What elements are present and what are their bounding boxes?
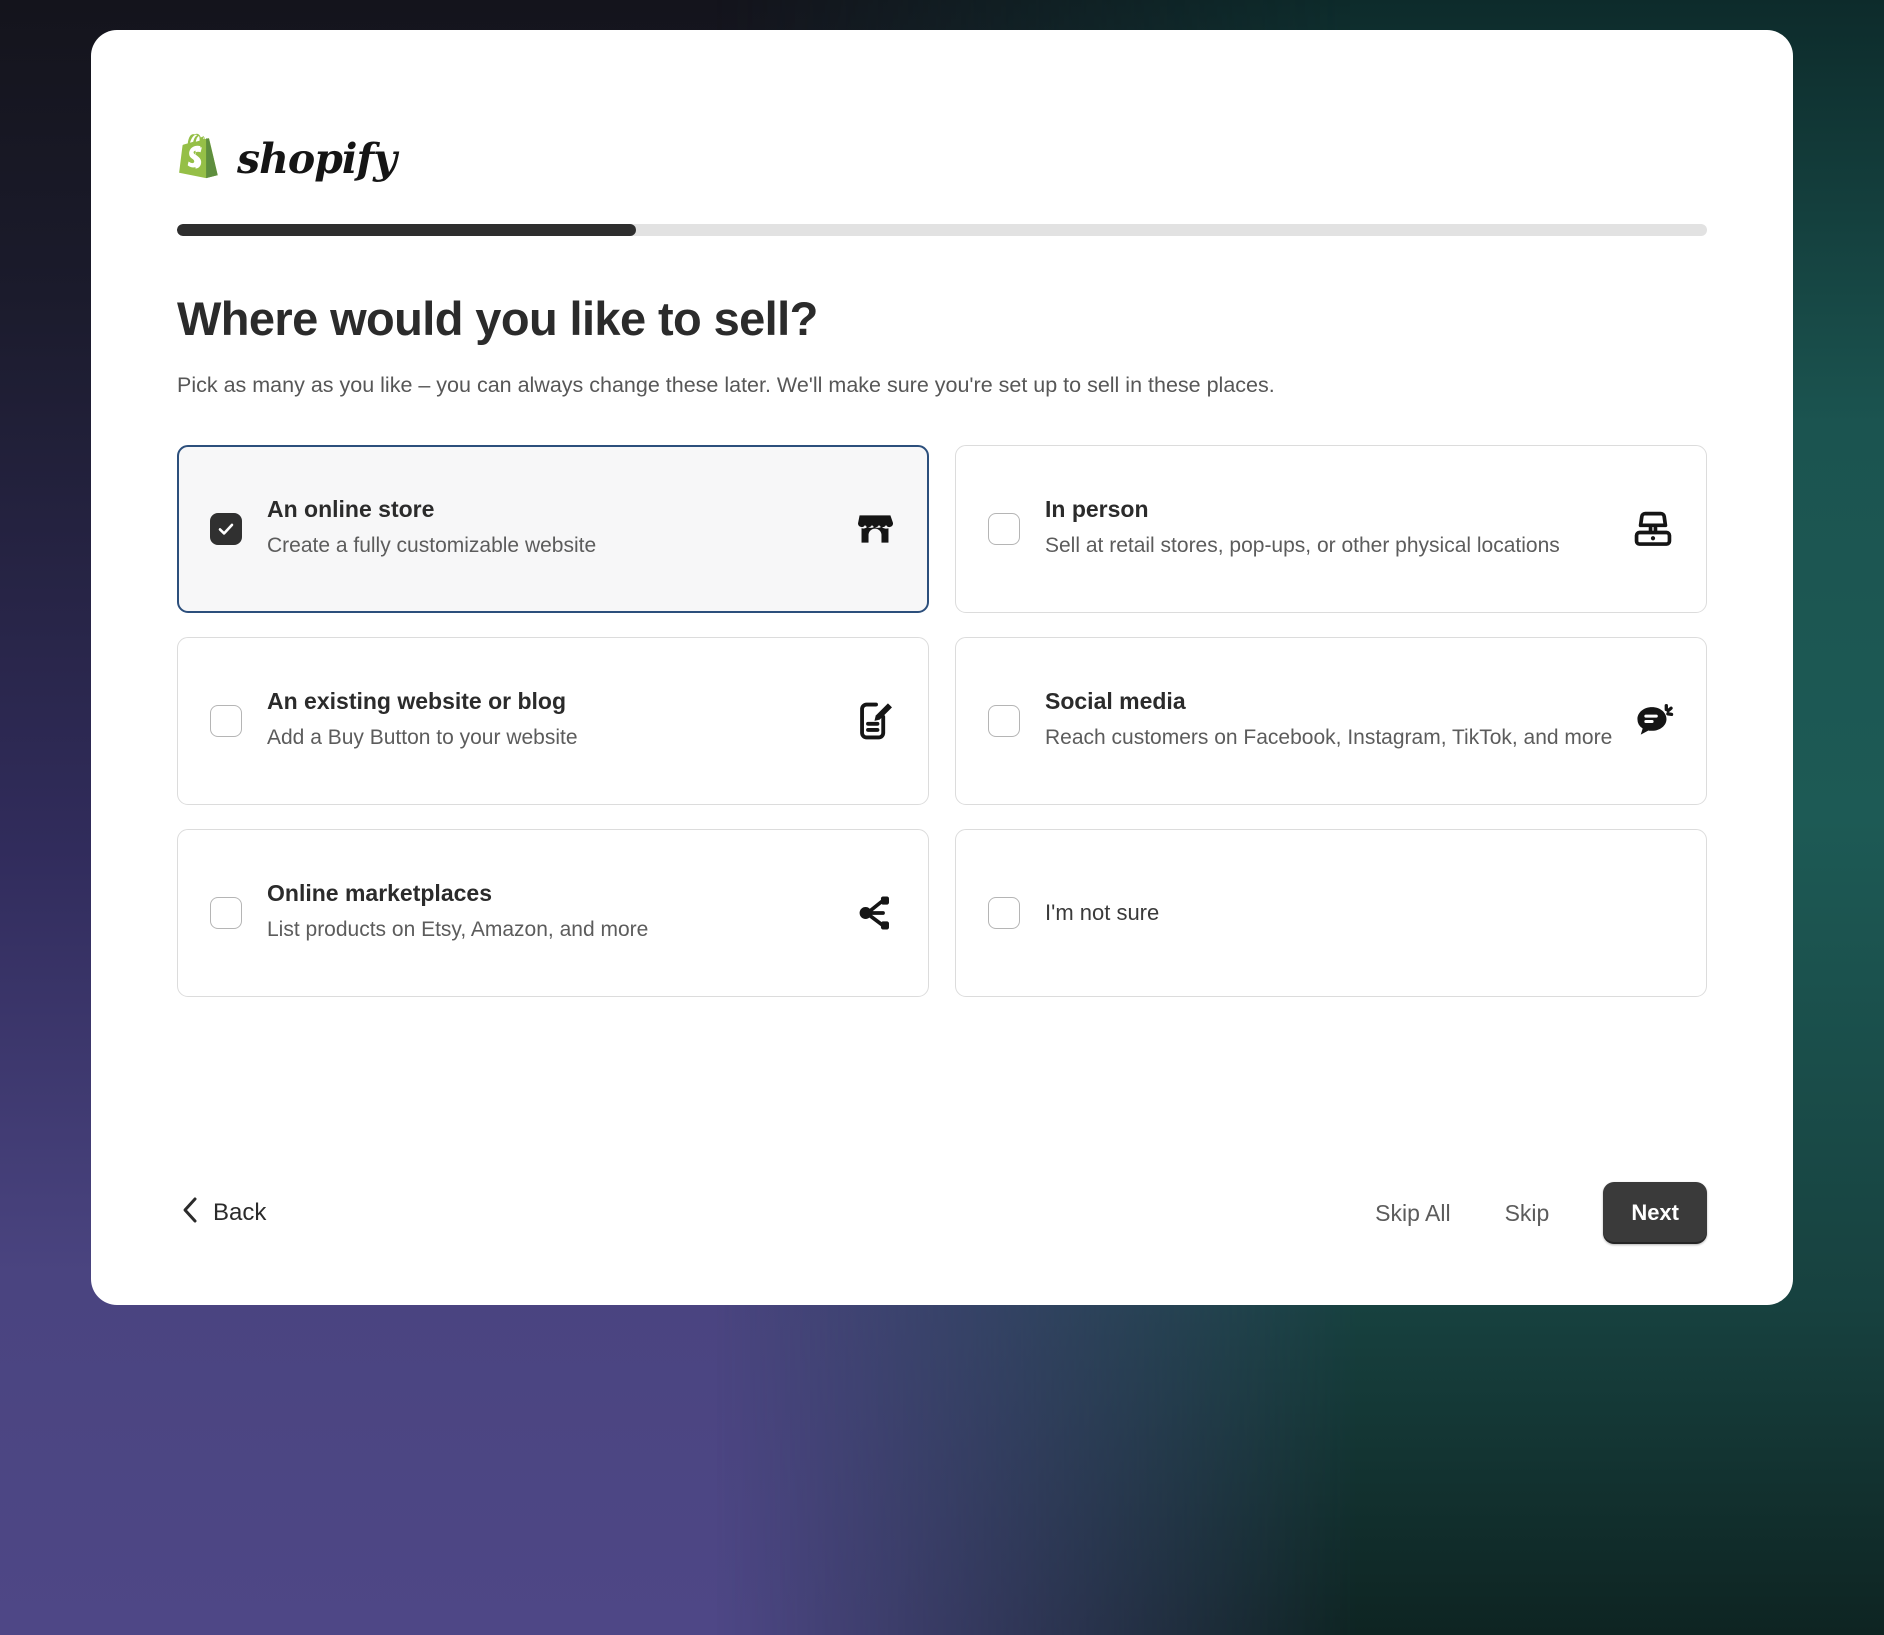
back-button-label: Back — [213, 1199, 267, 1226]
option-card-not-sure[interactable]: I'm not sure — [955, 828, 1707, 997]
footer-actions: Skip All Skip Next — [1363, 1182, 1707, 1244]
option-title-not-sure: I'm not sure — [1045, 900, 1160, 926]
option-description-social-media: Reach customers on Facebook, Instagram, … — [1045, 726, 1613, 750]
chat-bubble-icon — [1630, 698, 1676, 744]
shopify-logo: shopify — [177, 130, 1707, 186]
onboarding-panel: shopify Where would you like to sell? Pi… — [91, 30, 1793, 1305]
next-button[interactable]: Next — [1603, 1182, 1707, 1244]
option-body-not-sure: I'm not sure — [1045, 899, 1630, 927]
option-description-online-store: Create a fully customizable website — [267, 534, 597, 558]
option-title-in-person: In person — [1045, 495, 1149, 522]
progress-fill — [177, 224, 636, 236]
option-title-online-store: An online store — [267, 495, 435, 522]
option-card-online-store[interactable]: An online store Create a fully customizab… — [177, 444, 929, 613]
shopify-bag-icon — [177, 132, 223, 184]
note-edit-icon — [852, 698, 898, 744]
skip-all-button[interactable]: Skip All — [1363, 1190, 1462, 1237]
checkbox-online-store[interactable] — [210, 512, 242, 545]
option-title-social-media: Social media — [1045, 687, 1186, 714]
option-title-existing-website: An existing website or blog — [267, 687, 567, 714]
network-nodes-icon — [852, 890, 898, 936]
checkbox-in-person[interactable] — [988, 512, 1020, 545]
skip-button[interactable]: Skip — [1493, 1190, 1562, 1237]
checkbox-social-media[interactable] — [988, 704, 1020, 737]
sales-channel-options: An online store Create a fully customizab… — [177, 444, 1707, 997]
checkbox-not-sure[interactable] — [988, 896, 1020, 929]
option-body-existing-website: An existing website or blog Add a Buy But… — [267, 687, 852, 755]
storefront-icon — [852, 506, 898, 552]
option-title-online-marketplaces: Online marketplaces — [267, 879, 492, 906]
back-button[interactable]: Back — [177, 1190, 270, 1237]
option-body-in-person: In person Sell at retail stores, pop-ups,… — [1045, 495, 1630, 563]
option-body-online-store: An online store Create a fully customizab… — [267, 495, 852, 563]
option-card-social-media[interactable]: Social media Reach customers on Facebook,… — [955, 636, 1707, 805]
option-description-in-person: Sell at retail stores, pop-ups, or other… — [1045, 534, 1560, 558]
option-body-social-media: Social media Reach customers on Facebook,… — [1045, 687, 1630, 755]
pos-terminal-icon — [1630, 506, 1676, 552]
option-card-in-person[interactable]: In person Sell at retail stores, pop-ups,… — [955, 444, 1707, 613]
wizard-footer: Back Skip All Skip Next — [177, 1179, 1707, 1247]
option-description-existing-website: Add a Buy Button to your website — [267, 726, 578, 750]
chevron-left-icon — [181, 1196, 199, 1231]
checkbox-online-marketplaces[interactable] — [210, 896, 242, 929]
option-description-online-marketplaces: List products on Etsy, Amazon, and more — [267, 918, 649, 942]
shopify-wordmark: shopify — [237, 134, 397, 183]
option-card-online-marketplaces[interactable]: Online marketplaces List products on Etsy… — [177, 828, 929, 997]
checkbox-existing-website[interactable] — [210, 704, 242, 737]
option-card-existing-website[interactable]: An existing website or blog Add a Buy But… — [177, 636, 929, 805]
onboarding-progress-bar — [177, 224, 1707, 236]
page-subtitle: Pick as many as you like – you can alway… — [177, 372, 1275, 397]
option-body-online-marketplaces: Online marketplaces List products on Etsy… — [267, 879, 852, 947]
page-title: Where would you like to sell? — [177, 292, 818, 345]
